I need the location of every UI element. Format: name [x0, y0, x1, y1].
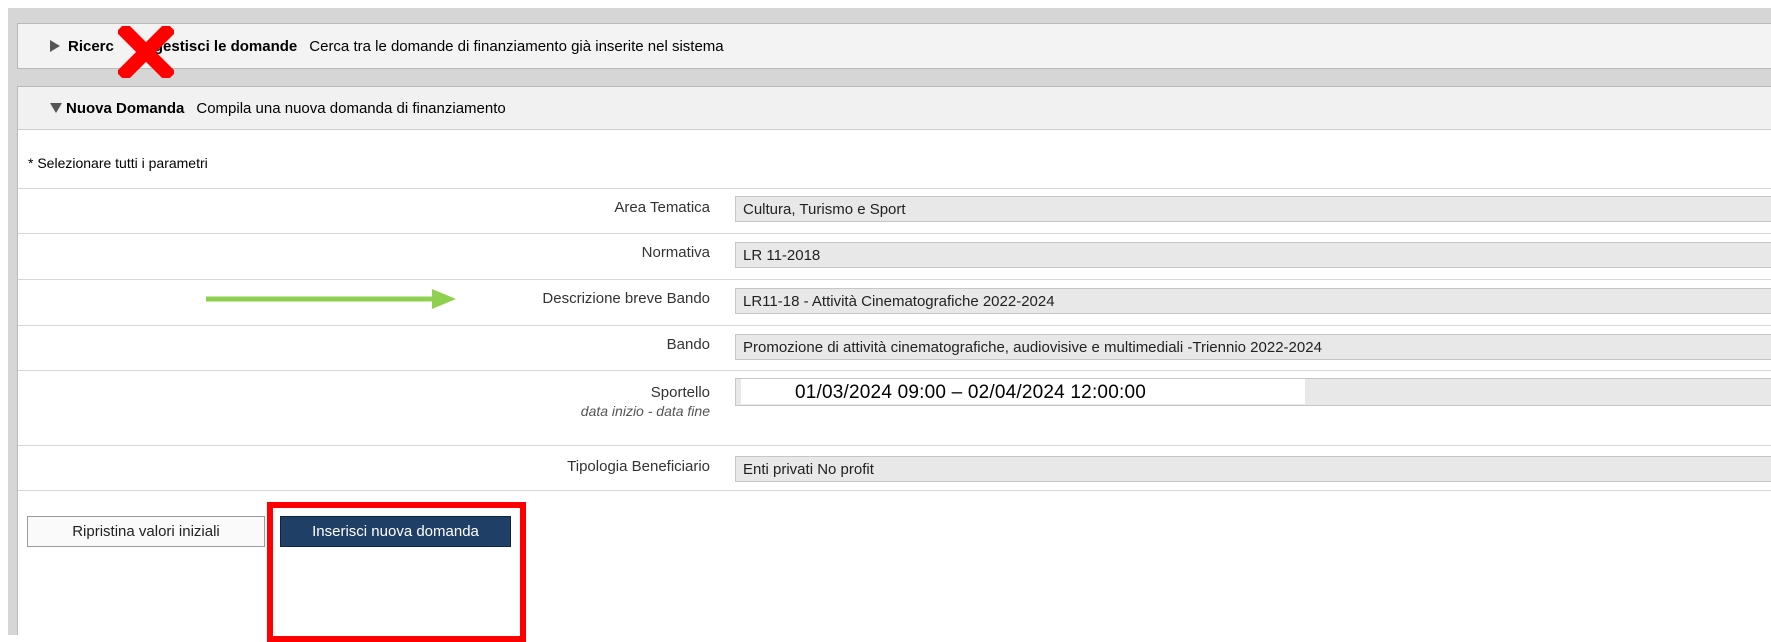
green-arrow-icon — [206, 289, 456, 309]
normativa-field[interactable]: LR 11-2018 — [735, 242, 1771, 268]
row-divider — [18, 370, 1771, 371]
sportello-label-text: Sportello — [650, 384, 710, 401]
area-tematica-label: Area Tematica — [614, 199, 710, 216]
red-highlight-box — [267, 502, 526, 642]
normativa-label: Normativa — [641, 244, 710, 261]
reset-button[interactable]: Ripristina valori iniziali — [27, 516, 265, 547]
search-panel-header[interactable]: Ricerc gestisci le domande Cerca tra le d… — [17, 23, 1771, 69]
descrizione-breve-bando-label: Descrizione breve Bando — [542, 290, 710, 307]
sportello-sublabel: data inizio - data fine — [580, 403, 710, 419]
new-application-panel-title: Nuova Domanda — [66, 99, 185, 117]
triangle-down-icon — [50, 103, 62, 113]
new-application-panel-header[interactable]: Nuova Domanda Compila una nuova domanda … — [17, 86, 1771, 130]
triangle-right-icon — [50, 40, 60, 52]
red-x-icon — [118, 26, 174, 78]
row-divider — [18, 188, 1771, 189]
bando-label: Bando — [666, 336, 710, 353]
row-divider — [18, 445, 1771, 446]
row-divider — [18, 233, 1771, 234]
descrizione-breve-bando-field[interactable]: LR11-18 - Attività Cinematografiche 2022… — [735, 288, 1771, 314]
row-divider — [18, 490, 1771, 491]
bando-field[interactable]: Promozione di attività cinematografiche,… — [735, 334, 1771, 360]
area-tematica-field[interactable]: Cultura, Turismo e Sport — [735, 196, 1771, 222]
sportello-label: Sportello data inizio - data fine — [581, 384, 710, 419]
tipologia-beneficiario-label: Tipologia Beneficiario — [567, 458, 710, 475]
row-divider — [18, 325, 1771, 326]
search-panel-description: Cerca tra le domande di finanziamento gi… — [309, 37, 724, 55]
row-divider — [18, 279, 1771, 280]
search-panel-title: Ricerc gestisci le domande — [68, 37, 298, 55]
required-note: * Selezionare tutti i parametri — [28, 155, 208, 171]
tipologia-beneficiario-field[interactable]: Enti privati No profit — [735, 456, 1771, 482]
sportello-value: 01/03/2024 09:00 – 02/04/2024 12:00:00 — [795, 382, 1146, 403]
new-application-panel-description: Compila una nuova domanda di finanziamen… — [196, 99, 506, 117]
